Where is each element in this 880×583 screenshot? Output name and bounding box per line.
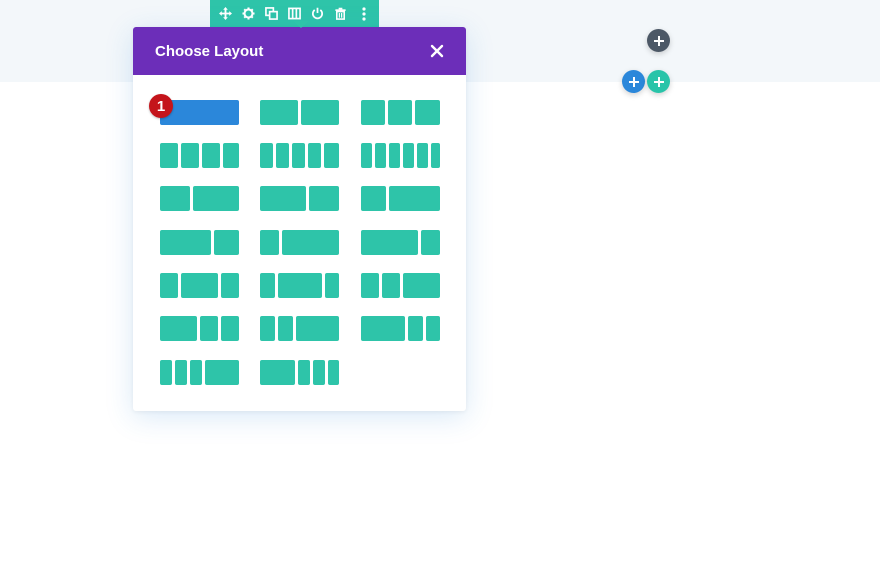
layout-column: [181, 143, 199, 168]
layout-option[interactable]: [260, 143, 339, 168]
layout-option[interactable]: [160, 230, 239, 255]
columns-icon[interactable]: [287, 6, 303, 22]
layout-column: [160, 186, 190, 211]
layout-option[interactable]: [260, 186, 339, 211]
layout-column: [415, 100, 440, 125]
layout-option[interactable]: [361, 100, 440, 125]
layout-column: [181, 273, 218, 298]
layout-column: [301, 100, 339, 125]
layout-column: [260, 273, 275, 298]
layout-option[interactable]: [260, 273, 339, 298]
layout-column: [205, 360, 239, 385]
layout-option[interactable]: [361, 186, 440, 211]
layout-column: [260, 360, 295, 385]
layout-column: [200, 316, 218, 341]
layout-column: [223, 143, 239, 168]
layout-column: [309, 186, 339, 211]
layout-column: [426, 316, 440, 341]
layout-column: [388, 100, 412, 125]
layout-column: [260, 100, 298, 125]
layout-column: [431, 143, 440, 168]
layout-column: [278, 316, 293, 341]
layout-column: [361, 100, 385, 125]
layout-column: [282, 230, 339, 255]
add-section-button[interactable]: [647, 29, 670, 52]
plus-icon: [628, 76, 639, 87]
layout-column: [214, 230, 239, 255]
layout-option[interactable]: [160, 143, 239, 168]
layout-column: [260, 143, 273, 168]
layout-column: [278, 273, 322, 298]
layout-column: [417, 143, 428, 168]
layout-column: [389, 186, 440, 211]
layout-column: [292, 143, 305, 168]
layout-column: [221, 316, 239, 341]
layout-column: [328, 360, 339, 385]
layout-column: [260, 230, 279, 255]
plus-icon: [653, 35, 664, 46]
trash-icon[interactable]: [333, 6, 349, 22]
layout-column: [260, 316, 275, 341]
layout-column: [361, 186, 386, 211]
layout-column: [389, 143, 400, 168]
layout-column: [202, 143, 220, 168]
layout-column: [403, 143, 414, 168]
layout-option[interactable]: [260, 100, 339, 125]
layout-column: [308, 143, 321, 168]
layout-column: [421, 230, 440, 255]
layout-column: [324, 143, 339, 168]
gear-icon[interactable]: [241, 6, 257, 22]
layout-column: [193, 186, 239, 211]
duplicate-icon[interactable]: [264, 6, 280, 22]
layout-option[interactable]: [160, 360, 239, 385]
layout-column: [361, 273, 379, 298]
more-icon[interactable]: [356, 6, 372, 22]
power-icon[interactable]: [310, 6, 326, 22]
modal-title: Choose Layout: [155, 42, 264, 60]
layout-option[interactable]: [361, 316, 440, 341]
layout-column: [260, 186, 306, 211]
close-icon[interactable]: [430, 44, 444, 58]
layout-column: [160, 273, 178, 298]
layout-option[interactable]: [361, 143, 440, 168]
layout-column: [361, 143, 372, 168]
layout-column: [313, 360, 325, 385]
modal-header: Choose Layout: [133, 27, 466, 75]
layout-column: [361, 316, 405, 341]
layout-column: [160, 316, 197, 341]
add-row-button[interactable]: [622, 70, 645, 93]
layout-column: [160, 230, 211, 255]
layout-column: [325, 273, 339, 298]
layout-column: [408, 316, 423, 341]
layout-column: [382, 273, 400, 298]
layout-option[interactable]: [260, 230, 339, 255]
layout-column: [221, 273, 239, 298]
layout-column: [175, 360, 187, 385]
layout-column: [160, 360, 172, 385]
layout-column: [375, 143, 386, 168]
layout-column: [160, 143, 178, 168]
toolbar-pointer: [293, 21, 309, 28]
layout-option[interactable]: [361, 230, 440, 255]
layout-option[interactable]: [160, 186, 239, 211]
layout-column: [298, 360, 310, 385]
layout-column: [296, 316, 339, 341]
layout-option[interactable]: [260, 360, 339, 385]
choose-layout-modal: Choose Layout: [133, 27, 466, 411]
layout-column: [190, 360, 202, 385]
layout-option[interactable]: [160, 273, 239, 298]
add-module-button[interactable]: [647, 70, 670, 93]
move-icon[interactable]: [218, 6, 234, 22]
layout-option[interactable]: [160, 316, 239, 341]
layout-option[interactable]: [361, 273, 440, 298]
layout-option[interactable]: [260, 316, 339, 341]
layout-column: [361, 230, 418, 255]
plus-icon: [653, 76, 664, 87]
layout-column: [403, 273, 440, 298]
layout-column: [276, 143, 289, 168]
step-marker: 1: [149, 94, 173, 118]
